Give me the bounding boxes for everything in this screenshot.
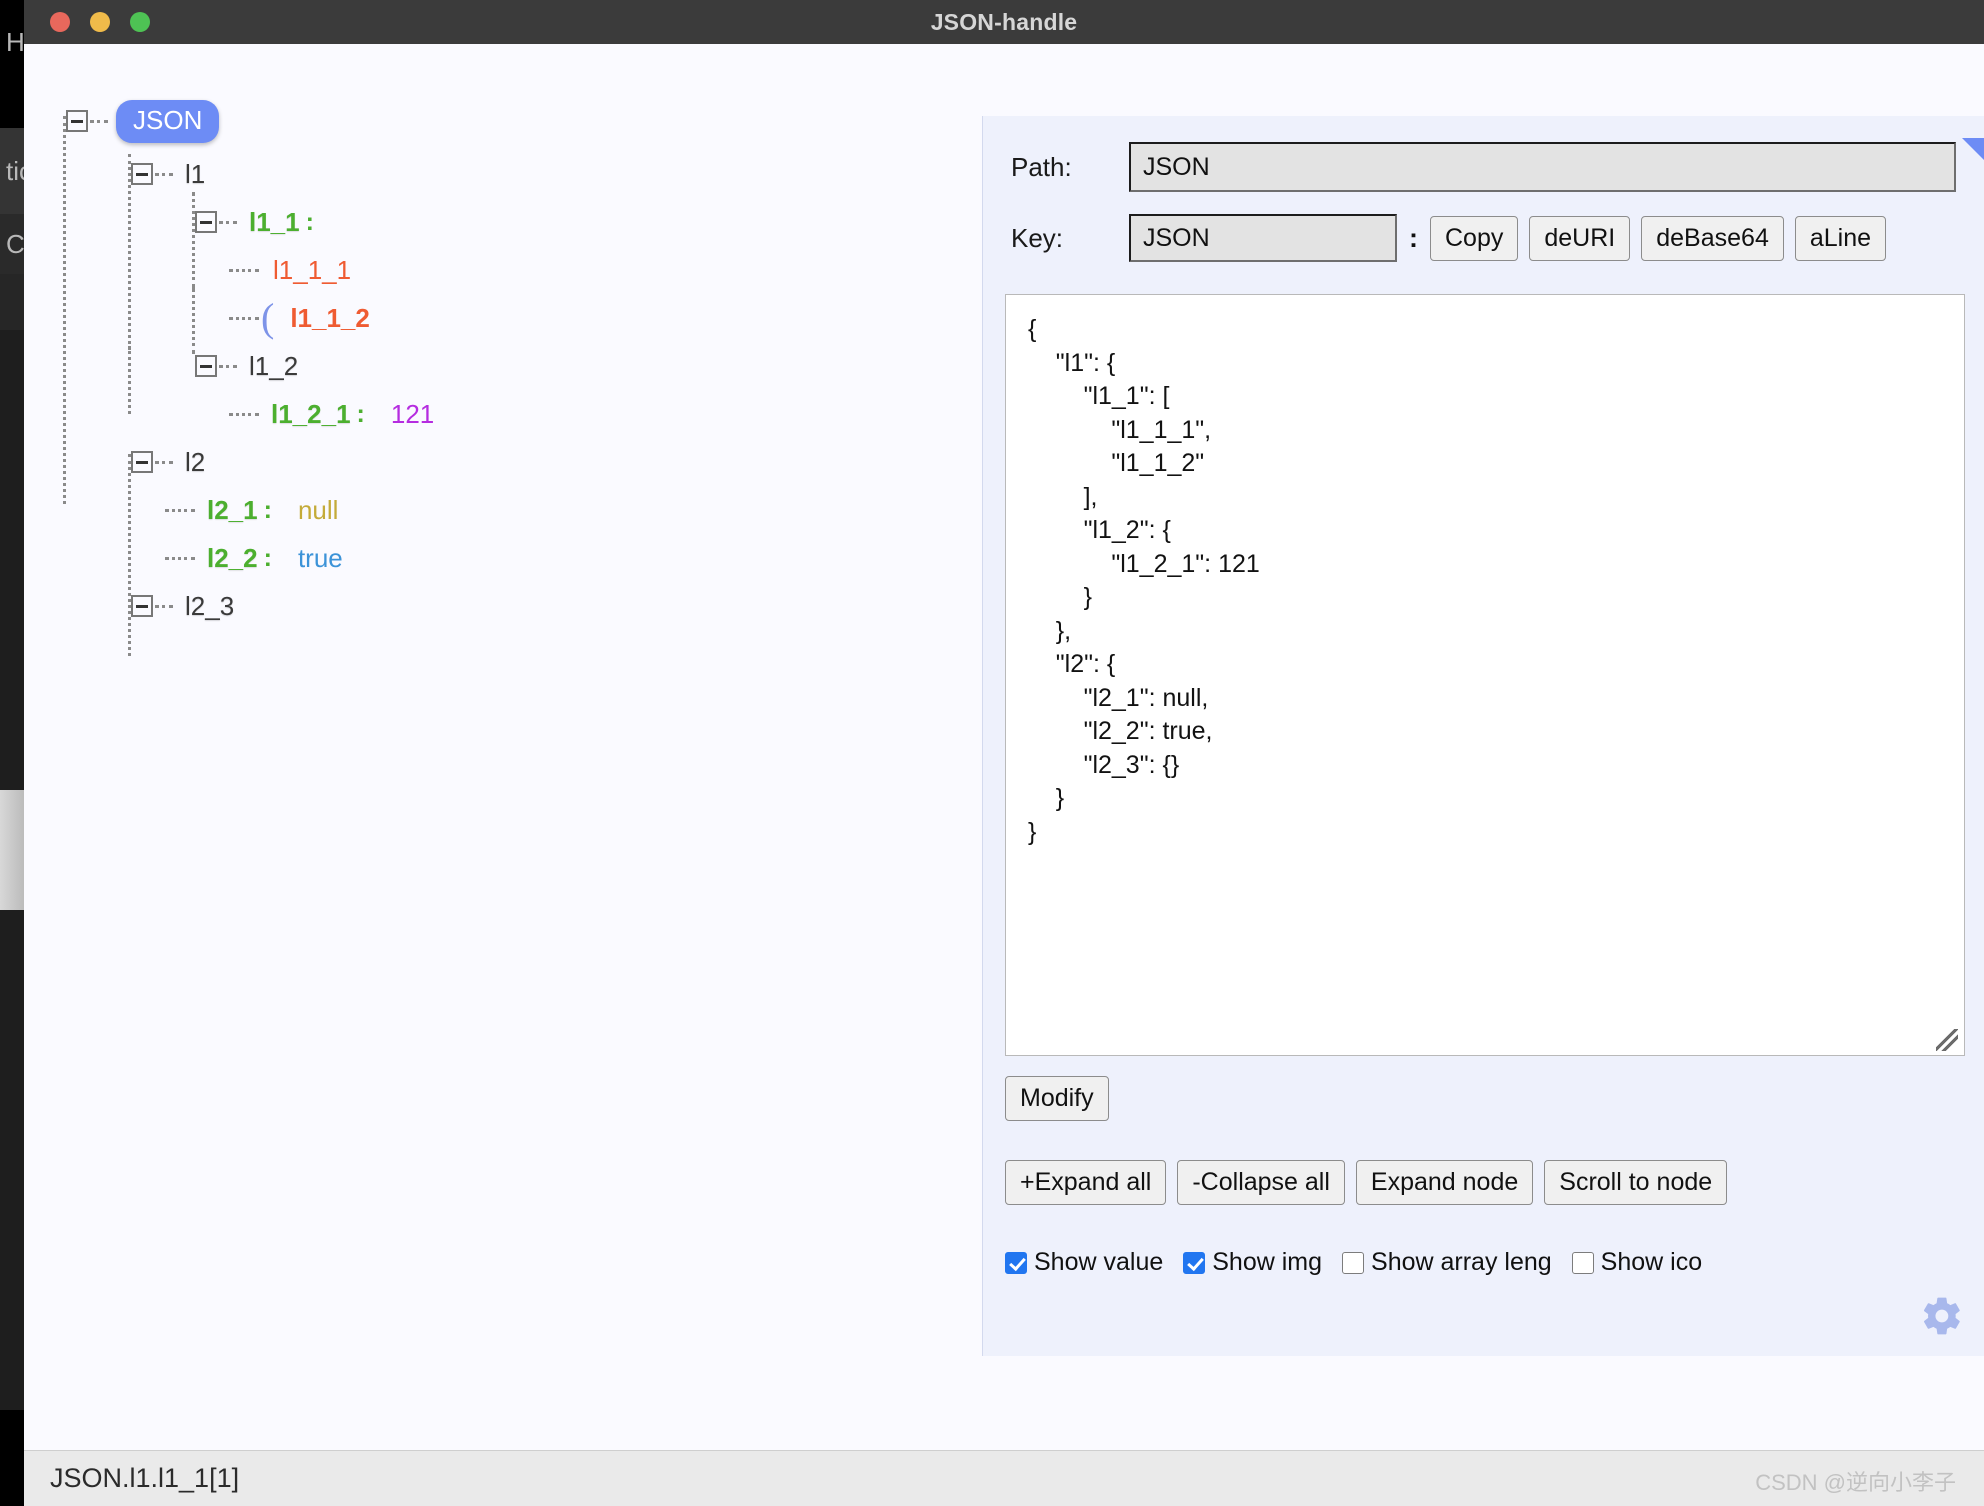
expand-node-button[interactable]: Expand node	[1355, 1160, 1534, 1205]
checkbox-box-icon[interactable]	[1342, 1251, 1365, 1274]
panel-corner-triangle-icon	[1962, 138, 1984, 160]
tree-key-l2-2[interactable]: l2_2	[207, 543, 258, 574]
checkbox-show-img[interactable]: Show img	[1183, 1248, 1322, 1277]
key-action-buttons: Copy deURI deBase64 aLine	[1430, 215, 1887, 261]
json-editor[interactable]: { "l1": { "l1_1": [ "l1_1_1", "l1_1_2" ]…	[1005, 294, 1965, 1056]
tree-row-l1-2-1[interactable]: l1_2_1 : 121	[46, 390, 954, 438]
checkbox-box-icon[interactable]	[1183, 1251, 1206, 1274]
tree-connector	[155, 460, 173, 464]
path-input[interactable]	[1129, 142, 1956, 192]
checkbox-box-icon[interactable]	[1571, 1251, 1594, 1274]
checkbox-show-array-leng[interactable]: Show array leng	[1342, 1248, 1552, 1277]
tree-key-l1-2-1[interactable]: l1_2_1	[271, 399, 351, 430]
tree-connector	[165, 556, 195, 560]
tree-connector	[229, 316, 259, 320]
modify-button[interactable]: Modify	[1005, 1076, 1109, 1121]
checkbox-label: Show array leng	[1371, 1248, 1552, 1276]
tree-connector	[219, 364, 237, 368]
expand-all-button[interactable]: +Expand all	[1005, 1160, 1167, 1205]
tree-key-l1[interactable]: l1	[185, 159, 205, 190]
tree-value-l1-2-1: 121	[390, 398, 435, 429]
resize-grip-icon[interactable]	[1936, 1029, 1958, 1051]
window-body: JSON l1 l1_1 : l1_1_1 (l1_1_2 l1_2 l1_2…	[24, 44, 1984, 1462]
tree-colon: :	[263, 543, 272, 572]
window-title: JSON-handle	[930, 9, 1078, 35]
tree-row-l1-2[interactable]: l1_2	[46, 342, 954, 390]
tree-colon: :	[356, 399, 365, 428]
key-input[interactable]	[1129, 214, 1397, 262]
checkbox-label: Show value	[1034, 1248, 1164, 1276]
tree-connector	[155, 604, 173, 608]
tree-connector	[165, 508, 195, 512]
collapse-toggle-l1-2[interactable]	[195, 355, 217, 377]
checkbox-show-ico[interactable]: Show ico	[1571, 1248, 1703, 1277]
tree-key-l2[interactable]: l2	[185, 447, 205, 478]
tree-connector	[219, 220, 237, 224]
tree-row-l1-1-2[interactable]: ( l1_1_2	[46, 294, 954, 342]
json-editor-content[interactable]: { "l1": { "l1_1": [ "l1_1_1", "l1_1_2" ]…	[1006, 295, 1964, 867]
path-row: Path:	[983, 142, 1984, 192]
tree-key-l1-1[interactable]: l1_1	[249, 207, 300, 238]
tree-connector	[155, 172, 173, 176]
tree-value-l2-2: true	[297, 542, 343, 573]
tree-row-root[interactable]: JSON	[46, 92, 954, 150]
collapse-toggle-l2-3[interactable]	[131, 595, 153, 617]
json-handle-window: JSON-handle JSON l1 l1_1: l1_1_1 (l1_1…	[24, 0, 1984, 1506]
tree-key-l1-2[interactable]: l1_2	[249, 351, 298, 382]
collapse-all-button[interactable]: -Collapse all	[1177, 1160, 1345, 1205]
status-path: JSON.l1.l1_1[1]	[50, 1463, 240, 1493]
tree-row-l1-1[interactable]: l1_1 :	[46, 198, 954, 246]
tree-colon: :	[263, 495, 272, 524]
tree-array-item-l1-1-2[interactable]: l1_1_2	[290, 303, 370, 334]
inspector-panel: Path: Key: : Copy deURI deBase64 aLine	[982, 116, 1984, 1356]
collapse-toggle-root[interactable]	[66, 110, 88, 132]
tree-connector	[90, 119, 108, 123]
watermark: CSDN @逆向小李子	[1755, 1470, 1956, 1495]
node-action-buttons: +Expand all -Collapse all Expand node Sc…	[1005, 1160, 1728, 1205]
scroll-to-node-button[interactable]: Scroll to node	[1544, 1160, 1728, 1205]
tree-array-item-l1-1-1[interactable]: l1_1_1	[273, 255, 351, 286]
collapse-toggle-l1[interactable]	[131, 163, 153, 185]
gear-icon[interactable]	[1920, 1294, 1964, 1338]
titlebar: JSON-handle	[24, 0, 1984, 44]
tree-value-l2-1: null	[297, 494, 339, 525]
aline-button[interactable]: aLine	[1794, 215, 1887, 261]
checkbox-label: Show ico	[1600, 1248, 1703, 1276]
checkbox-box-icon[interactable]	[1005, 1251, 1027, 1274]
debase64-button[interactable]: deBase64	[1641, 215, 1784, 261]
modify-row: Modify	[1005, 1076, 1109, 1121]
tree-row-l2[interactable]: l2	[46, 438, 954, 486]
tree-row-l1[interactable]: l1	[46, 150, 954, 198]
tree-key-l2-1[interactable]: l2_1	[207, 495, 258, 526]
deuri-button[interactable]: deURI	[1529, 215, 1631, 261]
status-bar: JSON.l1.l1_1[1] CSDN @逆向小李子	[24, 1450, 1984, 1506]
tree-connector	[229, 268, 259, 272]
key-label: Key:	[1011, 222, 1064, 253]
checkbox-label: Show img	[1212, 1248, 1323, 1276]
collapse-toggle-l2[interactable]	[131, 451, 153, 473]
checkbox-show-value[interactable]: Show value	[1005, 1248, 1163, 1277]
tree-connector	[229, 412, 259, 416]
copy-button[interactable]: Copy	[1430, 215, 1519, 261]
key-row: Key: : Copy deURI deBase64 aLine	[983, 214, 1984, 262]
key-separator: :	[1409, 222, 1418, 253]
json-tree: JSON l1 l1_1 : l1_1_1 (l1_1_2 l1_2 l1_2…	[24, 44, 954, 1462]
tree-key-l2-3[interactable]: l2_3	[185, 591, 234, 622]
display-options: Show value Show img Show array leng Show…	[1005, 1248, 1722, 1277]
tree-colon: :	[305, 207, 314, 236]
tree-row-l2-2[interactable]: l2_2 : true	[46, 534, 954, 582]
path-label: Path:	[1011, 151, 1072, 182]
collapse-toggle-l1-1[interactable]	[195, 211, 217, 233]
tree-root-label[interactable]: JSON	[116, 99, 220, 143]
tree-row-l2-3[interactable]: l2_3	[46, 582, 954, 630]
tree-row-l1-1-1[interactable]: l1_1_1	[46, 246, 954, 294]
tree-row-l2-1[interactable]: l2_1 : null	[46, 486, 954, 534]
